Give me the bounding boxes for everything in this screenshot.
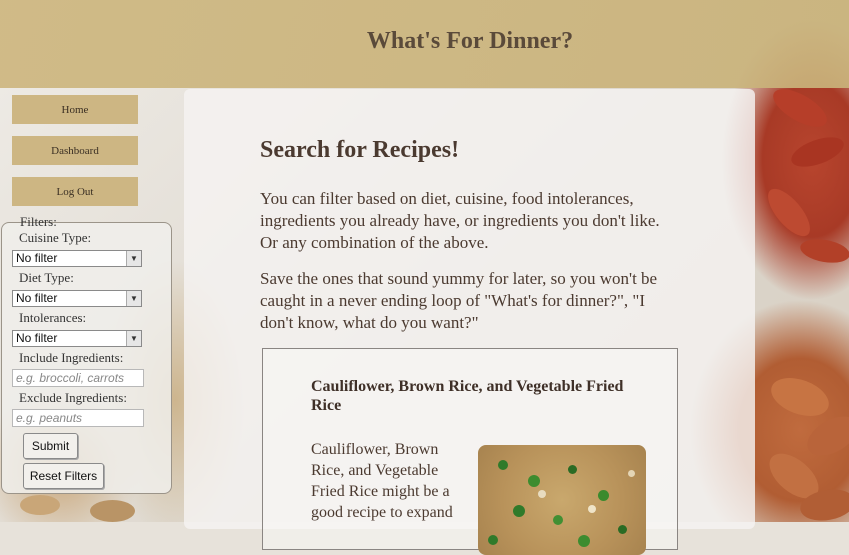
save-paragraph: Save the ones that sound yummy for later… — [260, 269, 658, 332]
diet-label: Diet Type: — [19, 270, 74, 285]
diet-value: No filter — [16, 291, 58, 305]
recipe-card[interactable]: Cauliflower, Brown Rice, and Vegetable F… — [262, 348, 678, 555]
recipe-image[interactable] — [478, 445, 646, 555]
exclude-ingredients-input[interactable]: e.g. peanuts — [12, 409, 144, 427]
intolerances-select[interactable]: No filter ▼ — [12, 330, 142, 347]
reset-filters-button[interactable]: Reset Filters — [23, 463, 104, 489]
include-ingredients-input[interactable]: e.g. broccoli, carrots — [12, 369, 144, 387]
main-content: Search for Recipes! You can filter based… — [184, 89, 755, 555]
intro-paragraph: You can filter based on diet, cuisine, f… — [260, 189, 660, 252]
cuisine-select[interactable]: No filter ▼ — [12, 250, 142, 267]
page-heading: Search for Recipes! — [260, 137, 460, 163]
diet-select[interactable]: No filter ▼ — [12, 290, 142, 307]
include-label: Include Ingredients: — [19, 350, 124, 365]
filters-legend: Filters: — [20, 214, 57, 229]
intolerances-value: No filter — [16, 331, 58, 345]
chevron-down-icon: ▼ — [126, 251, 141, 266]
nav-dashboard-button[interactable]: Dashboard — [12, 136, 138, 165]
nav-home-button[interactable]: Home — [12, 95, 138, 124]
intolerances-label: Intolerances: — [19, 310, 87, 325]
nav-logout-button[interactable]: Log Out — [12, 177, 138, 206]
chevron-down-icon: ▼ — [126, 331, 141, 346]
cuisine-label: Cuisine Type: — [19, 230, 92, 245]
chevron-down-icon: ▼ — [126, 291, 141, 306]
exclude-label: Exclude Ingredients: — [19, 390, 127, 405]
recipe-title[interactable]: Cauliflower, Brown Rice, and Vegetable F… — [311, 377, 651, 415]
recipe-description: Cauliflower, Brown Rice, and Vegetable F… — [311, 441, 453, 521]
site-header: What's For Dinner? — [0, 0, 849, 88]
submit-button[interactable]: Submit — [23, 433, 78, 459]
cuisine-value: No filter — [16, 251, 58, 265]
site-title: What's For Dinner? — [366, 28, 574, 54]
